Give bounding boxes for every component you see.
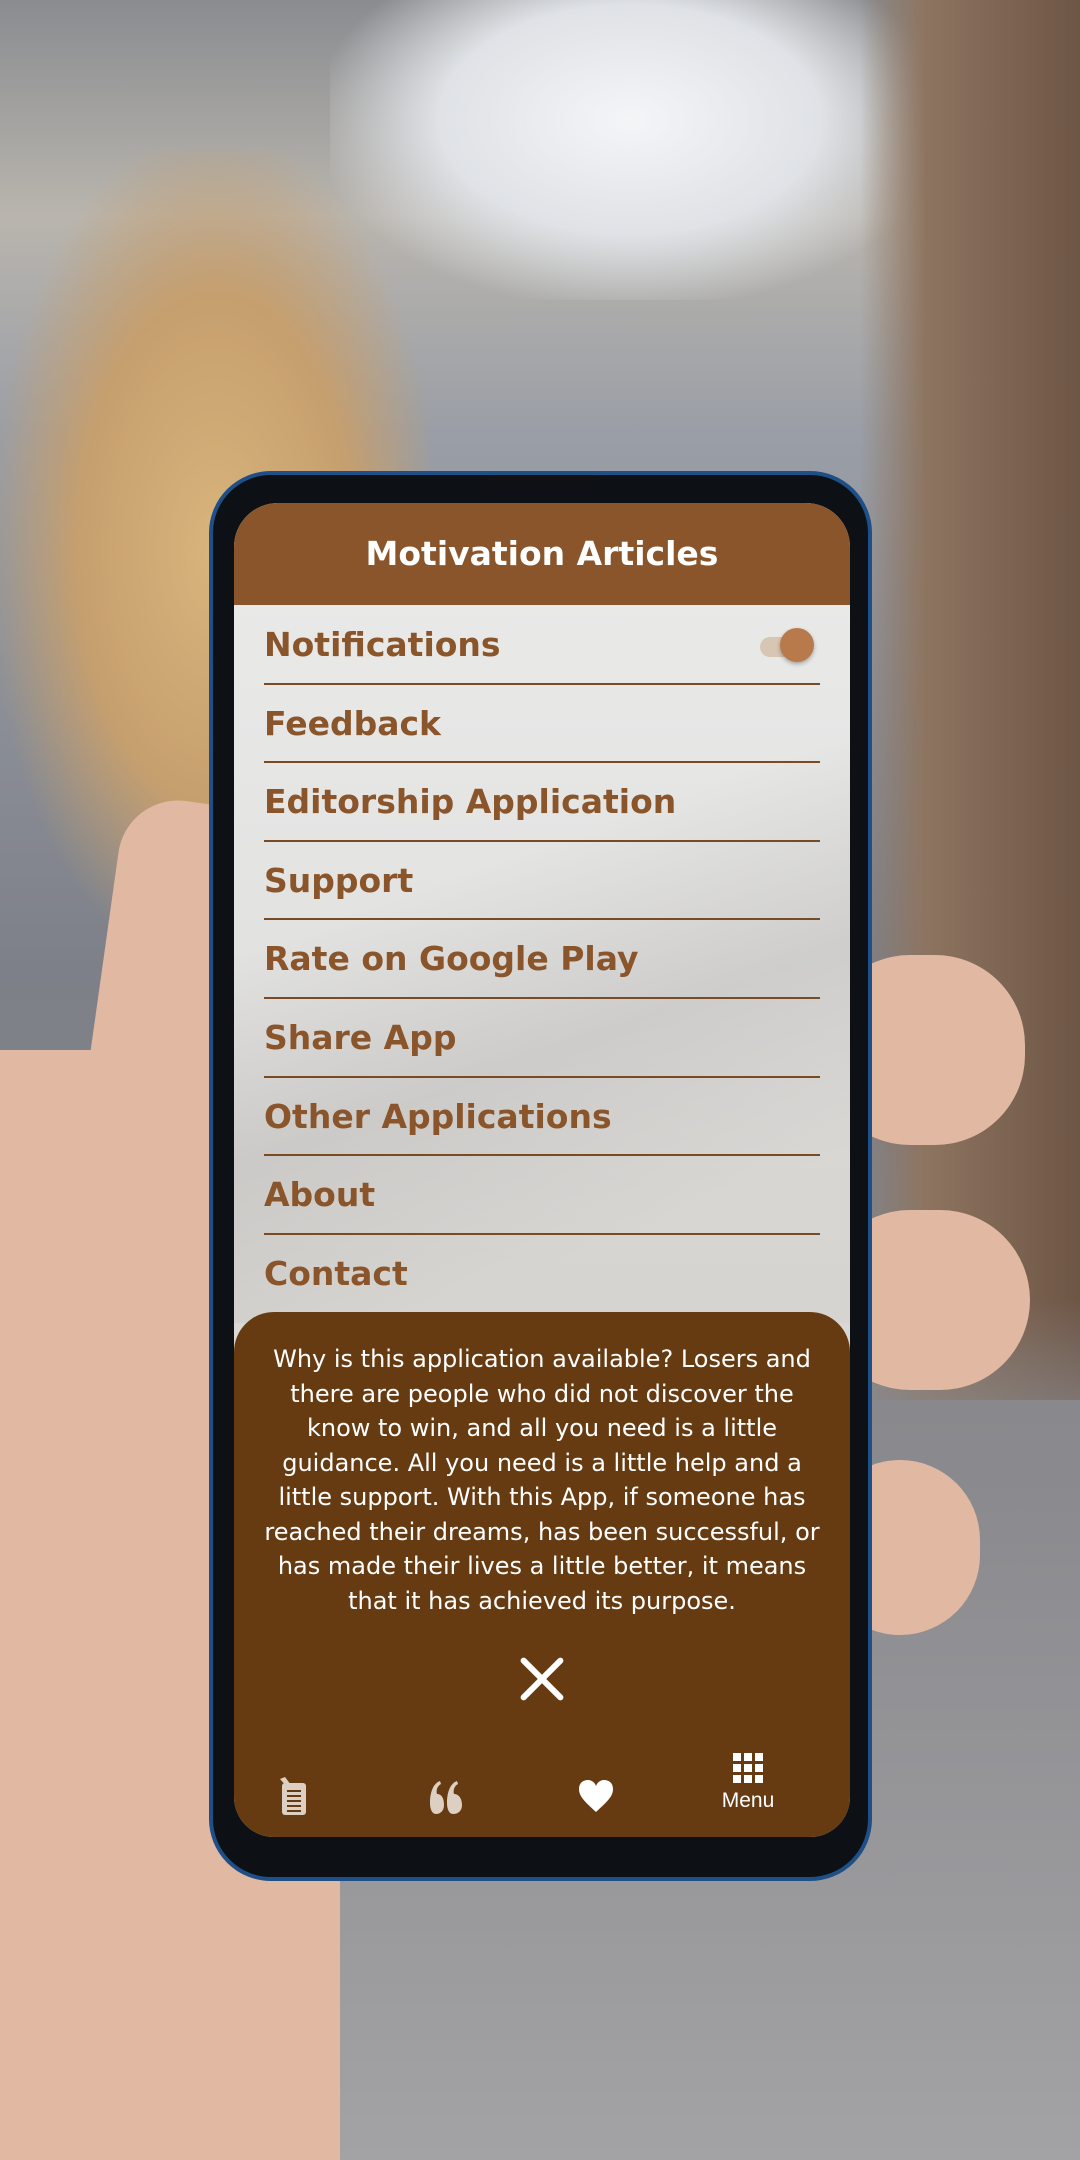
- menu-item-label: Rate on Google Play: [264, 939, 639, 979]
- quote-icon: [430, 1781, 462, 1814]
- about-sheet: Why is this application available? Loser…: [234, 1312, 850, 1837]
- menu-item-label: Other Applications: [264, 1096, 612, 1136]
- menu-item-label: Contact: [264, 1253, 408, 1293]
- menu-item-contact[interactable]: Contact: [264, 1235, 820, 1314]
- close-x-icon[interactable]: [517, 1654, 567, 1704]
- background-sky: [330, 0, 930, 300]
- app-title: Motivation Articles: [234, 503, 850, 605]
- app-screen: Motivation Articles Notifications Feedba…: [234, 503, 850, 1837]
- menu-item-label: Share App: [264, 1017, 457, 1057]
- menu-item-label: About: [264, 1175, 376, 1215]
- menu-item-support[interactable]: Support: [264, 842, 820, 921]
- nav-quotes[interactable]: [396, 1757, 496, 1837]
- menu-item-label: Support: [264, 860, 414, 900]
- article-icon: [280, 1777, 306, 1815]
- menu-item-label: Feedback: [264, 703, 441, 743]
- menu-item-label: Notifications: [264, 625, 501, 664]
- bottom-nav: Menu: [234, 1753, 850, 1837]
- nav-label: Menu: [721, 1789, 775, 1812]
- phone-speaker: [485, 475, 600, 481]
- menu-item-editorship-application[interactable]: Editorship Application: [264, 763, 820, 842]
- background-wall: [860, 0, 1080, 1400]
- menu-item-rate[interactable]: Rate on Google Play: [264, 920, 820, 999]
- nav-menu[interactable]: Menu: [698, 1753, 798, 1837]
- menu-item-feedback[interactable]: Feedback: [264, 685, 820, 764]
- heart-icon: [579, 1780, 613, 1812]
- menu-item-other-apps[interactable]: Other Applications: [264, 1078, 820, 1157]
- notifications-toggle[interactable]: [760, 628, 814, 662]
- grid-menu-icon: [733, 1753, 763, 1783]
- menu-item-share-app[interactable]: Share App: [264, 999, 820, 1078]
- nav-articles[interactable]: [244, 1757, 344, 1837]
- menu-item-label: Editorship Application: [264, 782, 677, 822]
- menu-item-notifications[interactable]: Notifications: [264, 606, 820, 685]
- nav-favorites[interactable]: [546, 1757, 646, 1837]
- about-text: Why is this application available? Loser…: [264, 1345, 820, 1615]
- settings-menu: Notifications Feedback Editorship Applic…: [234, 606, 850, 1313]
- menu-item-about[interactable]: About: [264, 1156, 820, 1235]
